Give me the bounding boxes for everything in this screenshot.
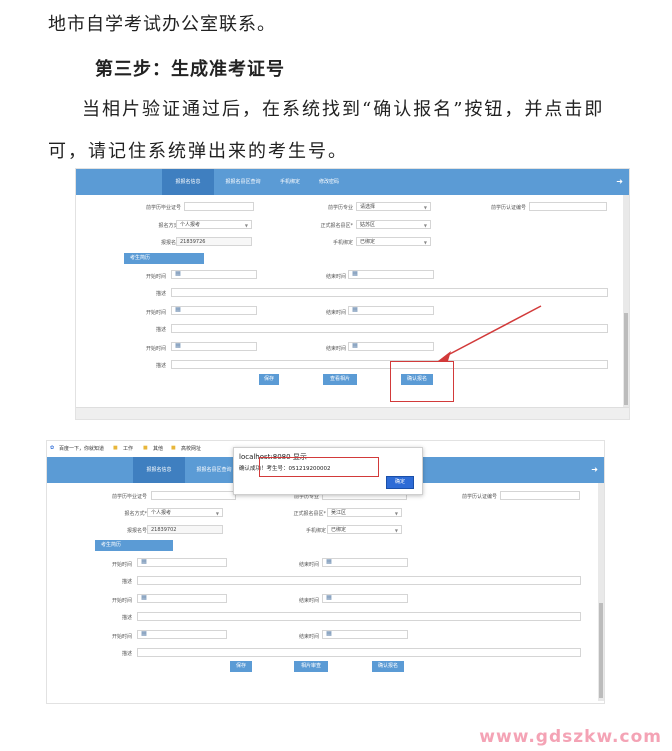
reg-method-select[interactable]: 个人报考 ▼ <box>147 508 223 517</box>
label-desc: 描述 <box>121 651 132 657</box>
label-desc: 描述 <box>121 615 132 621</box>
end-date-field[interactable] <box>322 630 408 639</box>
label-id-no: 前学历毕业证号 <box>111 494 147 500</box>
desc-field[interactable] <box>137 612 581 621</box>
section-resume: 考生简历 <box>95 540 173 551</box>
bookmark-baidu[interactable]: 百度一下，你就知道 <box>59 445 104 452</box>
phone-select[interactable]: 已绑定 ▼ <box>327 525 402 534</box>
vertical-scrollbar[interactable] <box>598 483 604 701</box>
start-date-field[interactable] <box>137 594 227 603</box>
desc-field[interactable] <box>137 648 581 657</box>
tab-registration-info[interactable]: 报报名信息 <box>133 457 185 483</box>
id-no-field[interactable] <box>151 491 236 500</box>
calendar-icon[interactable]: ▦ <box>140 558 148 566</box>
chevron-down-icon: ▼ <box>394 511 398 516</box>
calendar-icon[interactable]: ▦ <box>325 630 333 638</box>
folder-icon: ■ <box>113 445 118 451</box>
folder-icon: ■ <box>143 445 148 451</box>
bookmark-work[interactable]: 工作 <box>123 445 133 452</box>
label-reg-no: 报报名号 <box>126 528 147 534</box>
desc-field[interactable] <box>137 576 581 585</box>
label-start: 开始时间 <box>111 598 132 604</box>
label-end: 结束时间 <box>298 562 319 568</box>
label-cert-no: 前学历认证编号 <box>461 494 497 500</box>
label-end: 结束时间 <box>298 634 319 640</box>
chevron-down-icon: ▼ <box>215 511 219 516</box>
bookmark-universities[interactable]: 高校网址 <box>181 445 201 452</box>
calendar-icon[interactable]: ▦ <box>325 558 333 566</box>
chevron-down-icon: ▼ <box>394 528 398 533</box>
label-phone: 手机绑定 <box>305 528 326 534</box>
cert-no-field[interactable] <box>500 491 580 500</box>
label-start: 开始时间 <box>111 562 132 568</box>
save-button[interactable]: 保存 <box>230 661 252 672</box>
highlight-box-confirm <box>390 361 454 402</box>
exit-icon[interactable]: ➜ <box>591 457 598 483</box>
dialog-ok-button[interactable]: 确定 <box>386 476 414 489</box>
folder-icon: ■ <box>171 445 176 451</box>
highlight-box-student-no <box>259 457 379 477</box>
watermark: www.gdszkw.com <box>479 727 662 747</box>
calendar-icon[interactable]: ▦ <box>325 594 333 602</box>
confirm-registration-button[interactable]: 确认报名 <box>372 661 404 672</box>
label-end: 结束时间 <box>298 598 319 604</box>
screenshot-confirmation-dialog: ✿ 百度一下，你就知道 ■ 工作 ■ 其他 ■ 高校网址 报报名信息 报报名县区… <box>46 440 605 704</box>
reg-no-field: 21839702 <box>147 525 223 534</box>
baidu-icon: ✿ <box>50 445 55 451</box>
start-date-field[interactable] <box>137 558 227 567</box>
label-reg-area: 正式报名县区* <box>293 511 326 517</box>
end-date-field[interactable] <box>322 558 408 567</box>
calendar-icon[interactable]: ▦ <box>140 594 148 602</box>
calendar-icon[interactable]: ▦ <box>140 630 148 638</box>
label-reg-method: 报名方式* <box>124 511 147 517</box>
label-start: 开始时间 <box>111 634 132 640</box>
start-date-field[interactable] <box>137 630 227 639</box>
label-desc: 描述 <box>121 579 132 585</box>
photo-review-button[interactable]: 相片审查 <box>294 661 328 672</box>
bookmark-other[interactable]: 其他 <box>153 445 163 452</box>
reg-area-select[interactable]: 吴江区 ▼ <box>327 508 402 517</box>
end-date-field[interactable] <box>322 594 408 603</box>
